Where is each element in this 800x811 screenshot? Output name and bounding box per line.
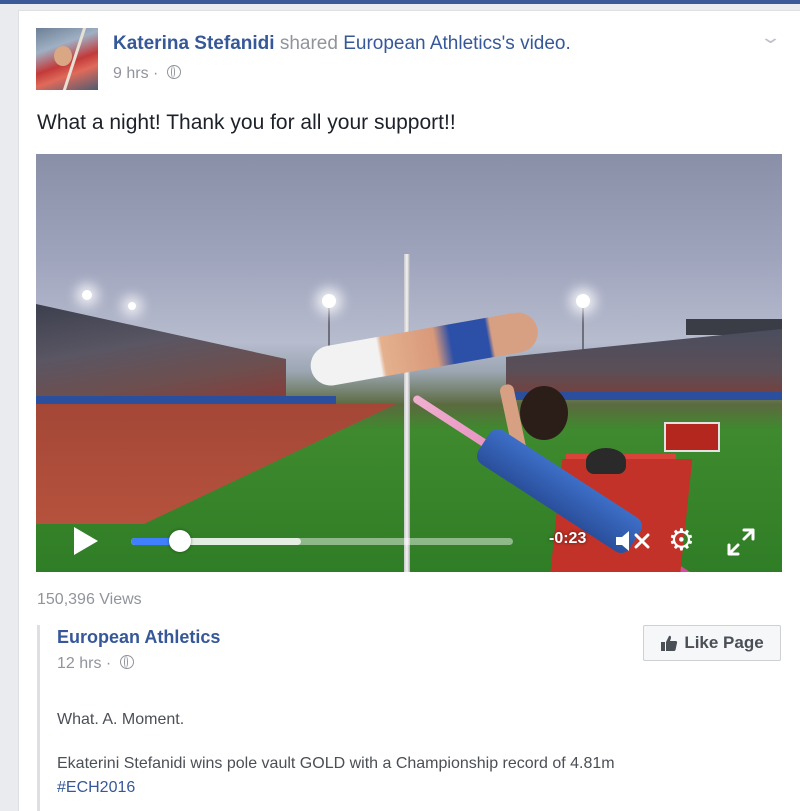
video-controls: -0:23 ⚙: [36, 509, 782, 572]
stadium-light: [576, 294, 590, 308]
view-count: 150,396 Views: [37, 591, 142, 608]
chevron-down-icon[interactable]: ⌄: [759, 27, 782, 48]
stadium-light: [82, 290, 92, 300]
post-message: What a night! Thank you for all your sup…: [37, 111, 456, 134]
globe-icon[interactable]: [166, 65, 181, 79]
fullscreen-icon[interactable]: [726, 527, 756, 557]
page-name[interactable]: European Athletics: [57, 627, 220, 648]
like-page-label: Like Page: [684, 633, 764, 652]
author-avatar[interactable]: [36, 28, 98, 90]
gear-icon[interactable]: ⚙: [668, 526, 695, 556]
remaining-time: -0:23: [549, 530, 587, 547]
camera-lens: [586, 448, 626, 474]
top-navigation-bar: [0, 0, 800, 4]
athlete: [307, 309, 541, 389]
shared-post-timestamp[interactable]: 12 hrs: [57, 655, 101, 672]
like-page-button[interactable]: Like Page: [643, 625, 781, 661]
play-icon[interactable]: [74, 527, 98, 555]
shared-post-text: What. A. Moment.: [57, 711, 185, 728]
hashtag-link[interactable]: #ECH2016: [57, 779, 135, 797]
shared-post-meta: 12 hrs ·: [57, 655, 134, 673]
share-action: shared: [279, 33, 338, 54]
shared-post-text: Ekaterini Stefanidi wins pole vault GOLD…: [57, 755, 615, 772]
scoreboard: [664, 422, 720, 452]
thumbs-up-icon: [661, 635, 678, 651]
meta-separator: ·: [153, 65, 159, 82]
feed-post: Katerina Stefanidi shared European Athle…: [18, 10, 800, 811]
stadium-light: [128, 302, 136, 310]
video-player[interactable]: -0:23 ⚙: [36, 154, 782, 572]
author-name[interactable]: Katerina Stefanidi: [113, 33, 275, 54]
stadium-light: [322, 294, 336, 308]
mute-icon[interactable]: [614, 529, 654, 553]
light-mast: [582, 304, 584, 354]
running-track: [36, 404, 396, 524]
athlete-hair: [520, 386, 568, 440]
stadium-stand-left: [36, 304, 286, 404]
post-header: Katerina Stefanidi shared European Athle…: [113, 33, 571, 55]
post-timestamp[interactable]: 9 hrs: [113, 65, 149, 82]
globe-icon[interactable]: [119, 655, 134, 669]
shared-source-link[interactable]: European Athletics's video.: [343, 33, 571, 54]
meta-separator: ·: [105, 655, 112, 672]
avatar-face: [54, 46, 72, 66]
shared-post: European Athletics 12 hrs · Like Page Wh…: [37, 625, 786, 811]
post-meta: 9 hrs ·: [113, 65, 181, 83]
progress-handle[interactable]: [169, 530, 191, 552]
